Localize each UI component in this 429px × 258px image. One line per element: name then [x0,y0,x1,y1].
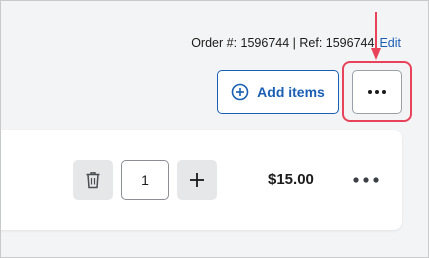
ellipsis-icon [353,177,379,183]
item-price: $15.00 [268,171,314,188]
add-items-label: Add items [257,84,325,100]
edit-link[interactable]: Edit [379,36,401,50]
increase-quantity-button[interactable] [177,160,217,200]
quantity-input[interactable] [121,160,169,200]
delete-item-button[interactable] [73,160,113,200]
plus-icon [190,173,204,187]
add-items-button[interactable]: Add items [217,70,339,114]
ellipsis-icon [368,90,386,94]
plus-circle-icon [231,83,249,101]
order-reference-text: Order #: 1596744 | Ref: 1596744 [191,36,375,50]
trash-icon [86,172,100,189]
more-options-button[interactable] [352,70,402,114]
item-more-options-button[interactable] [350,170,382,190]
annotation-arrow-icon [371,12,381,60]
